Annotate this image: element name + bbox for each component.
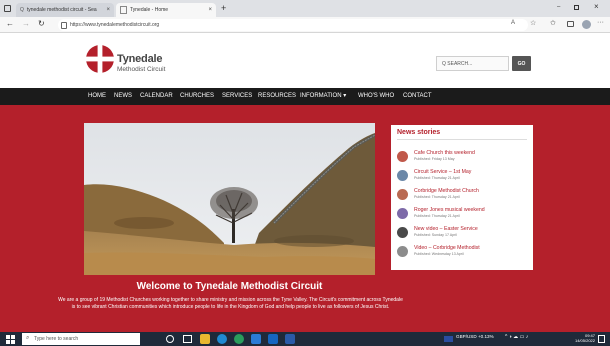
more-menu-icon[interactable]: ···	[597, 19, 604, 26]
nav-home[interactable]: HOME	[88, 88, 106, 105]
close-tab-icon[interactable]: ×	[106, 7, 110, 13]
nav-contact[interactable]: CONTACT	[403, 88, 432, 105]
news-item-title[interactable]: Video – Corbridge Methodist	[414, 245, 480, 251]
taskbar-search-input[interactable]: ⌕ Type here to search	[22, 333, 140, 345]
news-item[interactable]: Circuit Service – 1st May Published: Thu…	[397, 169, 529, 185]
site-title[interactable]: Tynedale	[117, 53, 162, 65]
battery-icon[interactable]: ▭	[520, 334, 525, 340]
news-thumbnail	[397, 151, 408, 162]
mail-icon[interactable]	[268, 334, 278, 344]
news-item-date: Published: Thursday 21 April	[414, 176, 460, 180]
news-item[interactable]: Roger Jones musical weekend Published: T…	[397, 207, 529, 223]
tray-ticker[interactable]: GBP/USD +0.13%	[456, 334, 494, 339]
file-explorer-icon[interactable]	[200, 334, 210, 344]
profile-avatar[interactable]	[582, 20, 591, 29]
news-item[interactable]: New video – Easter Service Published: Su…	[397, 226, 529, 242]
read-aloud-icon[interactable]: A	[511, 20, 515, 26]
tray-icons[interactable]: ^ ◑ ☁ ▭ ♪	[505, 334, 528, 340]
methodist-cross-logo-icon	[86, 45, 114, 73]
cortana-icon[interactable]	[166, 335, 174, 343]
clock-date: 14/05/2022	[574, 338, 595, 343]
news-item-date: Published: Sunday 17 April	[414, 233, 457, 237]
news-thumbnail	[397, 208, 408, 219]
nav-information[interactable]: INFORMATION ▾	[300, 88, 346, 105]
windows-start-icon[interactable]	[6, 335, 15, 344]
volume-icon[interactable]: ♪	[526, 334, 529, 340]
close-window-icon[interactable]: ×	[594, 2, 599, 11]
news-item-title[interactable]: New video – Easter Service	[414, 226, 478, 232]
taskbar-search-placeholder: Type here to search	[34, 336, 79, 342]
news-item-date: Published: Thursday 21 April	[414, 214, 460, 218]
news-item-date: Published: Thursday 21 April	[414, 195, 460, 199]
nav-resources[interactable]: RESOURCES	[258, 88, 296, 105]
network-icon[interactable]: ◑	[509, 334, 512, 340]
chrome-browser-icon[interactable]	[234, 334, 244, 344]
task-view-icon[interactable]	[183, 335, 192, 343]
store-icon[interactable]	[251, 334, 261, 344]
news-divider	[397, 139, 527, 140]
show-hidden-icons-icon[interactable]: ^	[505, 334, 507, 340]
news-thumbnail	[397, 189, 408, 200]
lock-icon	[61, 22, 67, 29]
sycamore-gap-landscape-image	[84, 123, 375, 275]
back-icon[interactable]: ←	[6, 19, 14, 28]
minimize-window-icon[interactable]: –	[557, 4, 560, 10]
news-item-title[interactable]: Circuit Service – 1st May	[414, 169, 471, 175]
welcome-heading: Welcome to Tynedale Methodist Circuit	[136, 281, 323, 292]
close-tab-icon[interactable]: ×	[208, 7, 212, 13]
edge-browser-icon[interactable]	[217, 334, 227, 344]
tab-label: Tynedale - Home	[130, 7, 169, 13]
notifications-icon[interactable]	[598, 335, 605, 343]
forward-icon[interactable]: →	[22, 19, 30, 28]
site-search-input[interactable]: Q SEARCH...	[436, 56, 509, 71]
news-item-date: Published: Friday 13 May	[414, 157, 455, 161]
news-item-title[interactable]: Roger Jones musical weekend	[414, 207, 485, 213]
site-logo[interactable]	[86, 45, 114, 73]
news-panel-title: News stories	[397, 129, 441, 136]
welcome-intro: We are a group of 19 Methodist Churches …	[58, 297, 403, 311]
news-thumbnail	[397, 246, 408, 257]
search-icon: ⌕	[26, 335, 30, 341]
nav-whos-who[interactable]: WHO'S WHO	[358, 88, 394, 105]
favorites-icon[interactable]: ✩	[550, 19, 556, 27]
news-item-title[interactable]: Corbridge Methodist Church	[414, 188, 479, 194]
window-menu-icon[interactable]	[4, 5, 11, 12]
nav-calendar[interactable]: CALENDAR	[140, 88, 173, 105]
search-go-button[interactable]: GO	[512, 56, 531, 71]
page-favicon-icon	[120, 6, 127, 14]
news-item-date: Published: Wednesday 13 April	[414, 252, 464, 256]
nav-services[interactable]: SERVICES	[222, 88, 252, 105]
url-text: https://www.tynedalemethodistcircuit.org	[70, 22, 160, 28]
maximize-window-icon[interactable]	[574, 5, 579, 10]
hero-image	[84, 123, 375, 275]
news-thumbnail	[397, 227, 408, 238]
favorite-star-icon[interactable]: ☆	[530, 19, 536, 27]
news-thumbnail	[397, 170, 408, 181]
news-item[interactable]: Corbridge Methodist Church Published: Th…	[397, 188, 529, 204]
refresh-icon[interactable]: ↻	[38, 19, 45, 28]
news-item-title[interactable]: Cafe Church this weekend	[414, 150, 475, 156]
tab-label: tynedale methodist circuit - Sea	[26, 7, 97, 13]
onedrive-icon[interactable]: ☁	[513, 334, 518, 340]
new-tab-button[interactable]: +	[221, 3, 226, 13]
nav-news[interactable]: NEWS	[114, 88, 132, 105]
site-subtitle: Methodist Circuit	[117, 66, 166, 73]
news-item[interactable]: Cafe Church this weekend Published: Frid…	[397, 150, 529, 166]
flag-icon	[444, 336, 453, 342]
collections-icon[interactable]	[567, 21, 574, 27]
taskbar-clock[interactable]: 09:47 14/05/2022	[567, 333, 595, 343]
search-favicon-icon: Q	[20, 7, 24, 13]
nav-churches[interactable]: CHURCHES	[180, 88, 214, 105]
tab-tynedale-home[interactable]: Tynedale - Home ×	[116, 3, 216, 17]
word-app-icon[interactable]	[285, 334, 295, 344]
news-item[interactable]: Video – Corbridge Methodist Published: W…	[397, 245, 529, 261]
url-field[interactable]: https://www.tynedalemethodistcircuit.org	[58, 19, 528, 31]
tab-search-results[interactable]: Q tynedale methodist circuit - Sea ×	[16, 3, 114, 17]
